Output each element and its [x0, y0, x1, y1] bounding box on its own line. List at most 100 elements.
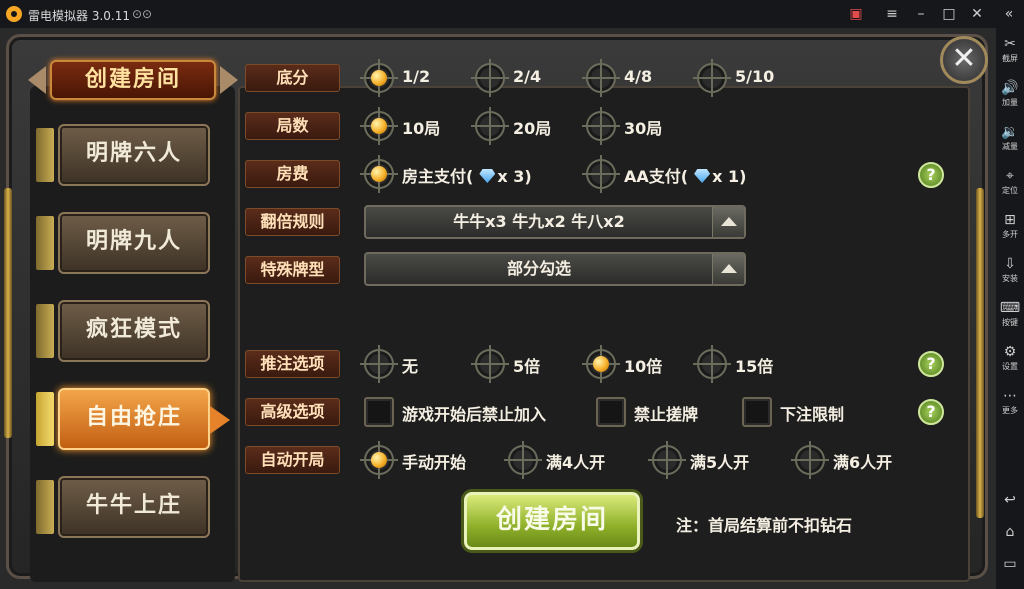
room-fee-help-button[interactable]: ?: [918, 162, 944, 188]
radio-button: [582, 59, 620, 97]
mode-tab-niuniu-banker[interactable]: 牛牛上庄: [36, 476, 210, 538]
radio-button: [471, 345, 509, 383]
rounds-label: 局数: [245, 112, 340, 140]
diamond-cost: x 3: [497, 167, 525, 186]
double-rule-dropdown[interactable]: 牛牛x3 牛九x2 牛八x2: [364, 205, 746, 239]
sidebar-item-install[interactable]: ⇩ 安装: [996, 256, 1024, 284]
radio-button: [360, 107, 398, 145]
maximize-icon[interactable]: □: [938, 4, 960, 24]
special-cards-value: 部分勾选: [506, 259, 571, 278]
base-score-option-4-8[interactable]: 4/8: [582, 59, 666, 97]
back-icon[interactable]: ↩: [996, 492, 1024, 508]
advanced-no-squeeze[interactable]: 禁止搓牌: [596, 397, 716, 427]
create-room-button[interactable]: 创建房间: [464, 492, 640, 550]
push-bet-option-10x[interactable]: 10倍: [582, 345, 676, 383]
gift-icon[interactable]: ▣: [845, 4, 867, 24]
radio-button: [360, 59, 398, 97]
paren-close: ): [739, 167, 747, 186]
radio-button: [471, 107, 509, 145]
plaque-arrow-left-icon: [28, 66, 46, 94]
special-cards-dropdown[interactable]: 部分勾选: [364, 252, 746, 286]
base-score-option-5-10[interactable]: 5/10: [693, 59, 787, 97]
settings-icon: ⚙: [1003, 344, 1017, 360]
chevron-up-icon: [712, 254, 744, 284]
mode-tab-label: 疯狂模式: [58, 300, 210, 362]
location-icon: ⌖: [1006, 168, 1014, 184]
emulator-sidebar: ✂ 截屏 🔊 加量 🔉 减量 ⌖ 定位 ⊞ 多开 ⇩ 安装 ⌨ 按键 ⚙ 设置 …: [996, 28, 1024, 589]
close-dialog-button[interactable]: ✕: [940, 36, 988, 84]
volume-up-icon: 🔊: [1001, 80, 1019, 96]
multi-open-icon: ⊞: [1004, 212, 1016, 228]
sidebar-item-screenshot[interactable]: ✂ 截屏: [996, 36, 1024, 64]
sidebar-item-multi-open[interactable]: ⊞ 多开: [996, 212, 1024, 240]
minimize-icon[interactable]: –: [910, 4, 932, 24]
paren-open: (: [466, 167, 474, 186]
more-icon: ⋯: [1003, 388, 1017, 404]
fee-option-text: 房主支付: [402, 167, 467, 186]
sidebar-item-settings[interactable]: ⚙ 设置: [996, 344, 1024, 372]
mode-tab-free-banker[interactable]: 自由抢庄: [36, 388, 230, 450]
push-bet-help-button[interactable]: ?: [918, 351, 944, 377]
advanced-label: 高级选项: [245, 398, 340, 426]
rounds-option-30[interactable]: 30局: [582, 107, 676, 145]
auto-start-label: 自动开局: [245, 446, 340, 474]
fee-option-text: AA支付: [624, 167, 681, 186]
advanced-bet-limit[interactable]: 下注限制: [742, 397, 862, 427]
push-bet-option-15x[interactable]: 15倍: [693, 345, 787, 383]
sidebar-item-keymap[interactable]: ⌨ 按键: [996, 300, 1024, 328]
room-fee-label: 房费: [245, 160, 340, 188]
plaque-arrow-right-icon: [220, 66, 238, 94]
advanced-no-join-after-start[interactable]: 游戏开始后禁止加入: [364, 397, 584, 427]
checkbox: [742, 397, 772, 427]
base-score-option-2-4[interactable]: 2/4: [471, 59, 555, 97]
radio-selected-dot: [371, 452, 387, 468]
sidebar-item-more[interactable]: ⋯ 更多: [996, 388, 1024, 416]
radio-button: [471, 59, 509, 97]
push-bet-option-5x[interactable]: 5倍: [471, 345, 565, 383]
mode-tab-label: 明牌九人: [58, 212, 210, 274]
checkbox: [364, 397, 394, 427]
auto-start-option-5[interactable]: 满5人开: [648, 441, 762, 479]
radio-button: [582, 155, 620, 193]
close-icon[interactable]: ✕: [966, 4, 988, 24]
diamond-note: 注：首局结算前不扣钻石: [676, 516, 853, 535]
room-fee-aa-text: AA支付(x 1): [624, 163, 746, 187]
push-bet-option-none[interactable]: 无: [360, 345, 444, 383]
double-rule-label: 翻倍规则: [245, 208, 340, 236]
home-icon[interactable]: ⌂: [996, 524, 1024, 540]
base-score-option-1-2[interactable]: 1/2: [360, 59, 444, 97]
mode-tab-mingpai-nine[interactable]: 明牌九人: [36, 212, 210, 274]
gamepad-icon[interactable]: ⊙⊙: [132, 7, 152, 21]
rounds-option-10[interactable]: 10局: [360, 107, 454, 145]
rounds-option-20[interactable]: 20局: [471, 107, 565, 145]
advanced-help-button[interactable]: ?: [918, 399, 944, 425]
dialog-title: 创建房间: [50, 60, 216, 100]
frame-ornament-right: [976, 188, 984, 518]
radio-button: [582, 345, 620, 383]
room-fee-owner-text: 房主支付(x 3): [402, 163, 532, 187]
auto-start-option-4[interactable]: 满4人开: [504, 441, 618, 479]
recents-icon[interactable]: ▭: [996, 556, 1024, 572]
dialog-title-plaque: 创建房间: [28, 58, 238, 102]
mode-tab-label: 明牌六人: [58, 124, 210, 186]
menu-icon[interactable]: ≡: [881, 4, 903, 24]
sidebar-item-volume-up[interactable]: 🔊 加量: [996, 80, 1024, 108]
room-fee-option-aa[interactable]: AA支付(x 1): [582, 155, 776, 193]
sidebar-item-volume-down[interactable]: 🔉 减量: [996, 124, 1024, 152]
radio-button: [360, 345, 398, 383]
radio-button: [693, 59, 731, 97]
room-fee-option-owner-pays[interactable]: 房主支付(x 3): [360, 155, 554, 193]
volume-down-icon: 🔉: [1001, 124, 1019, 140]
collapse-sidebar-icon[interactable]: «: [998, 4, 1020, 24]
auto-start-option-manual[interactable]: 手动开始: [360, 441, 484, 479]
mode-tab-crazy[interactable]: 疯狂模式: [36, 300, 210, 362]
apk-install-icon: ⇩: [1004, 256, 1016, 272]
sidebar-item-location[interactable]: ⌖ 定位: [996, 168, 1024, 196]
special-cards-label: 特殊牌型: [245, 256, 340, 284]
window-title: 雷电模拟器 3.0.11: [28, 9, 130, 23]
tab-notch: [36, 304, 54, 358]
mode-tab-mingpai-six[interactable]: 明牌六人: [36, 124, 210, 186]
radio-button: [693, 345, 731, 383]
auto-start-option-6[interactable]: 满6人开: [791, 441, 905, 479]
radio-selected-dot: [593, 356, 609, 372]
